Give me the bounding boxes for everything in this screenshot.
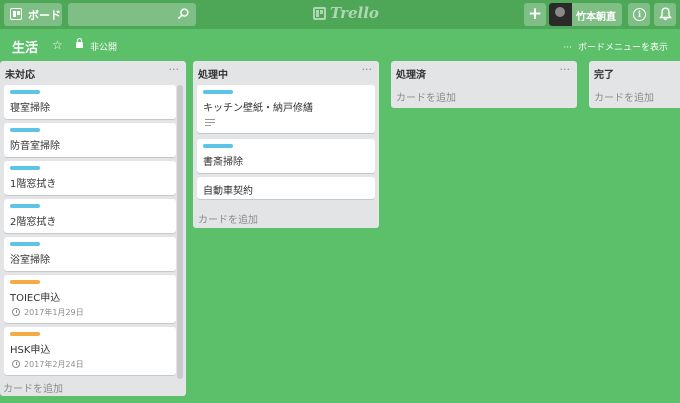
lock-icon: [76, 38, 83, 48]
top-header: ボード Trello + 竹本朝直 i: [0, 0, 680, 29]
list-menu-icon[interactable]: ···: [560, 63, 571, 76]
due-date-badge: 2017年2月24日: [12, 359, 84, 370]
card-title: 寝室掃除: [10, 103, 50, 114]
card-title: 防音室掃除: [10, 141, 60, 152]
privacy-status[interactable]: 非公開: [90, 40, 117, 53]
add-card-link[interactable]: カードを追加: [396, 89, 456, 104]
boards-button[interactable]: ボード: [4, 3, 62, 26]
card[interactable]: 1階窓拭き: [4, 161, 176, 195]
list-in-progress: 処理中 ··· キッチン壁紙・納戸修繕 書斎掃除 自動車契約 カードを追加: [193, 61, 379, 228]
card[interactable]: 2階窓拭き: [4, 199, 176, 233]
add-card-link[interactable]: カードを追加: [198, 211, 258, 226]
trello-logo-text: Trello: [330, 4, 379, 22]
card[interactable]: TOIEC申込 2017年1月29日: [4, 275, 176, 323]
list-title[interactable]: 完了: [594, 66, 614, 81]
description-icon: [205, 119, 215, 127]
card-label-blue: [10, 242, 40, 246]
list-header: 完了: [589, 61, 680, 83]
card-title: 自動車契約: [203, 186, 253, 197]
card[interactable]: 浴室掃除: [4, 237, 176, 271]
list-todo: 未対応 ··· 寝室掃除 防音室掃除 1階窓拭き 2階窓拭き 浴室掃除 TOIE…: [0, 61, 186, 396]
show-board-menu-label: ボードメニューを表示: [577, 43, 668, 53]
due-date-badge: 2017年1月29日: [12, 307, 84, 318]
list-title[interactable]: 処理済: [396, 66, 426, 81]
clock-icon: [12, 360, 20, 368]
user-name: 竹本朝直: [576, 12, 616, 23]
info-icon: i: [633, 8, 646, 21]
member-menu-button[interactable]: 竹本朝直: [549, 3, 622, 26]
clock-icon: [12, 308, 20, 316]
list-title[interactable]: 未対応: [5, 66, 35, 81]
card[interactable]: 書斎掃除: [197, 139, 375, 173]
list-header: 未対応 ···: [0, 61, 186, 83]
card[interactable]: 寝室掃除: [4, 85, 176, 119]
card-label-blue: [203, 90, 233, 94]
list-header: 処理済 ···: [391, 61, 577, 83]
avatar: [549, 3, 572, 26]
card-title: HSK申込: [10, 345, 51, 356]
card-title: 書斎掃除: [203, 157, 243, 168]
search-icon[interactable]: [178, 8, 189, 19]
card-label-blue: [203, 144, 233, 148]
info-button[interactable]: i: [628, 3, 650, 26]
card-label-blue: [10, 128, 40, 132]
list-processed: 処理済 ··· カードを追加: [391, 61, 577, 108]
card-label-blue: [10, 90, 40, 94]
card-label-orange: [10, 280, 40, 284]
card[interactable]: キッチン壁紙・納戸修繕: [197, 85, 375, 133]
show-board-menu-link[interactable]: ··· ボードメニューを表示: [563, 40, 668, 53]
card-label-blue: [10, 166, 40, 170]
card[interactable]: 防音室掃除: [4, 123, 176, 157]
notifications-button[interactable]: [654, 3, 676, 26]
trello-logo[interactable]: Trello: [313, 4, 379, 24]
list-header: 処理中 ···: [193, 61, 379, 83]
list-title[interactable]: 処理中: [198, 66, 228, 81]
card[interactable]: HSK申込 2017年2月24日: [4, 327, 176, 375]
more-icon: ···: [563, 43, 572, 53]
bell-icon: [659, 7, 672, 21]
search-input[interactable]: [68, 3, 196, 26]
list-scrollbar[interactable]: [177, 85, 183, 379]
card-title: 1階窓拭き: [10, 179, 57, 190]
boards-button-label: ボード: [28, 9, 61, 22]
card-title: 浴室掃除: [10, 255, 50, 266]
card-label-blue: [10, 204, 40, 208]
card[interactable]: 自動車契約: [197, 177, 375, 199]
due-date: 2017年1月29日: [24, 308, 84, 317]
due-date: 2017年2月24日: [24, 360, 84, 369]
board-title[interactable]: 生活: [12, 37, 38, 56]
card-title: キッチン壁紙・納戸修繕: [203, 103, 313, 114]
card-title: TOIEC申込: [10, 293, 61, 304]
add-card-link[interactable]: カードを追加: [3, 380, 63, 395]
card-label-orange: [10, 332, 40, 336]
card-title: 2階窓拭き: [10, 217, 57, 228]
list-menu-icon[interactable]: ···: [362, 63, 373, 76]
list-done: 完了 カードを追加: [589, 61, 680, 108]
trello-board-icon: [10, 8, 22, 20]
add-button[interactable]: +: [524, 3, 546, 26]
star-icon[interactable]: ☆: [52, 38, 63, 52]
add-card-link[interactable]: カードを追加: [594, 89, 654, 104]
list-menu-icon[interactable]: ···: [169, 63, 180, 76]
trello-logo-icon: [313, 7, 326, 20]
